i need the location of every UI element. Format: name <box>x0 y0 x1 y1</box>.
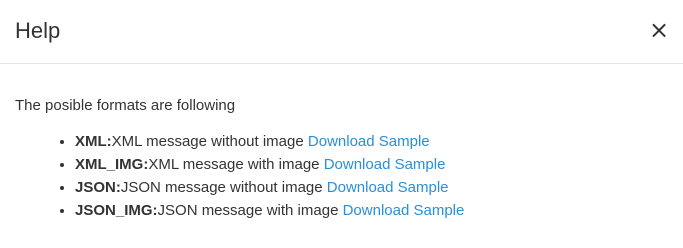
format-description: XML message without image <box>111 133 304 150</box>
list-item: JSON:JSON message without image Download… <box>75 176 668 199</box>
format-name: JSON_IMG: <box>75 202 158 219</box>
download-sample-link-json-img[interactable]: Download Sample <box>343 202 465 219</box>
intro-text: The posible formats are following <box>15 97 236 114</box>
list-item: XML:XML message without image Download S… <box>75 130 668 153</box>
list-item: JSON_IMG:JSON message with image Downloa… <box>75 199 668 222</box>
format-description: JSON message with image <box>157 202 339 219</box>
format-name: XML_IMG: <box>75 156 149 173</box>
format-description: JSON message without image <box>120 179 323 196</box>
close-button[interactable]: × <box>649 18 669 42</box>
download-sample-link-json[interactable]: Download Sample <box>327 179 449 196</box>
format-list: XML:XML message without image Download S… <box>15 130 668 222</box>
format-name: JSON: <box>75 179 121 196</box>
modal-header: Help × <box>0 0 683 64</box>
download-sample-link-xml-img[interactable]: Download Sample <box>324 156 446 173</box>
modal-title: Help <box>15 18 61 43</box>
list-item: XML_IMG:XML message with image Download … <box>75 153 668 176</box>
close-icon: × <box>649 16 670 44</box>
download-sample-link-xml[interactable]: Download Sample <box>308 133 430 150</box>
format-name: XML: <box>75 133 112 150</box>
modal-body: The posible formats are following XML:XM… <box>15 94 668 222</box>
help-modal: Help × The posible formats are following… <box>0 0 683 248</box>
format-description: XML message with image <box>148 156 320 173</box>
